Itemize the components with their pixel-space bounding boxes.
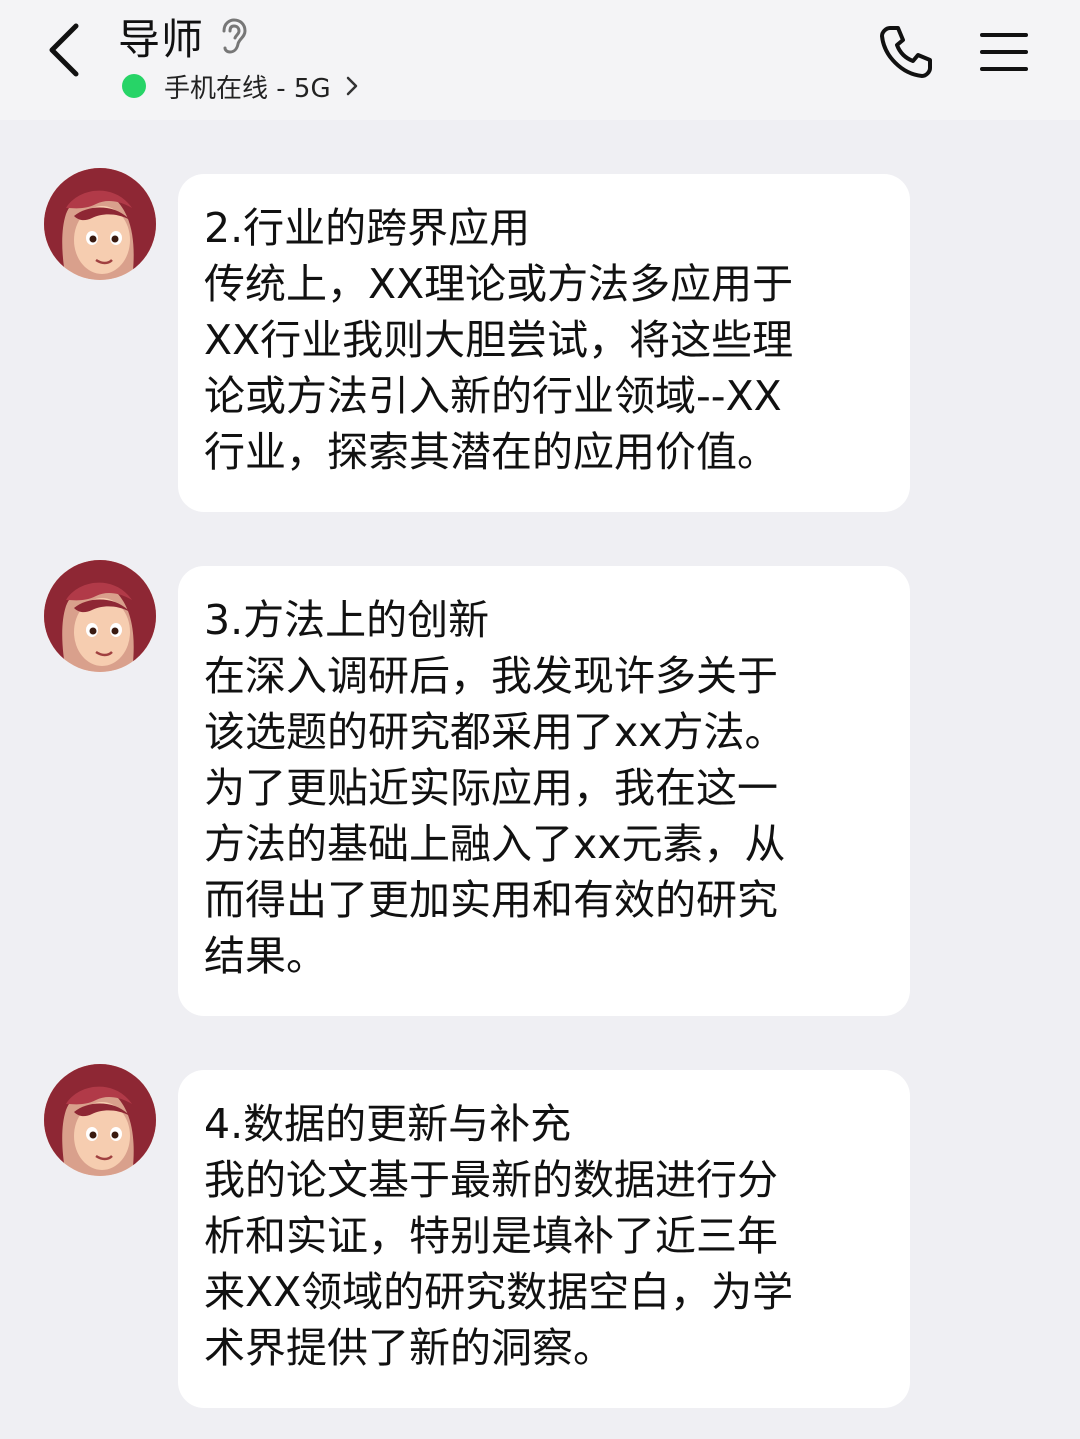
message-bubble[interactable]: 2.行业的跨界应用 传统上，XX理论或方法多应用于 XX行业我则大胆尝试，将这些… [178, 174, 910, 512]
chevron-left-icon [49, 23, 79, 77]
chat-header: 导师 手机在线 - 5G [0, 0, 1080, 120]
message-line: XX行业我则大胆尝试，将这些理 [204, 316, 794, 364]
menu-icon [980, 33, 1028, 71]
message-line: 2.行业的跨界应用 [204, 204, 531, 252]
message-line: 而得出了更加实用和有效的研究 [204, 876, 778, 924]
avatar[interactable] [44, 560, 156, 672]
message-line: 析和实证，特别是填补了近三年 [204, 1212, 778, 1260]
message-line: 术界提供了新的洞察。 [204, 1324, 614, 1372]
back-button[interactable] [36, 18, 92, 82]
message-line: 为了更贴近实际应用，我在这一 [204, 764, 778, 812]
contact-name: 导师 [118, 14, 205, 64]
message-bubble[interactable]: 4.数据的更新与补充 我的论文基于最新的数据进行分 析和实证，特别是填补了近三年… [178, 1070, 910, 1408]
status-text: 手机在线 - 5G [164, 73, 331, 104]
message-line: 3.方法上的创新 [204, 596, 490, 644]
call-button[interactable] [872, 18, 940, 86]
online-dot [122, 74, 146, 98]
message-line: 行业，探索其潜在的应用价值。 [204, 428, 778, 476]
avatar[interactable] [44, 168, 156, 280]
chevron-right-icon [345, 74, 363, 98]
avatar[interactable] [44, 1064, 156, 1176]
message-line: 我的论文基于最新的数据进行分 [204, 1156, 778, 1204]
message-line: 方法的基础上融入了xx元素，从 [204, 820, 786, 868]
online-status[interactable]: 手机在线 - 5G [118, 66, 363, 106]
message-line: 4.数据的更新与补充 [204, 1100, 572, 1148]
ear-icon [218, 16, 252, 56]
message-line: 结果。 [204, 932, 327, 980]
message-line: 论或方法引入新的行业领域--XX [204, 372, 782, 420]
phone-icon [880, 26, 932, 78]
message-line: 来XX领域的研究数据空白，为学 [204, 1268, 794, 1316]
message-line: 该选题的研究都采用了xx方法。 [204, 708, 786, 756]
more-menu-button[interactable] [972, 24, 1036, 80]
message-line: 在深入调研后，我发现许多关于 [204, 652, 778, 700]
contact-info[interactable]: 导师 手机在线 - 5G [118, 8, 363, 106]
message-bubble[interactable]: 3.方法上的创新 在深入调研后，我发现许多关于 该选题的研究都采用了xx方法。 … [178, 566, 910, 1016]
message-line: 传统上，XX理论或方法多应用于 [204, 260, 794, 308]
